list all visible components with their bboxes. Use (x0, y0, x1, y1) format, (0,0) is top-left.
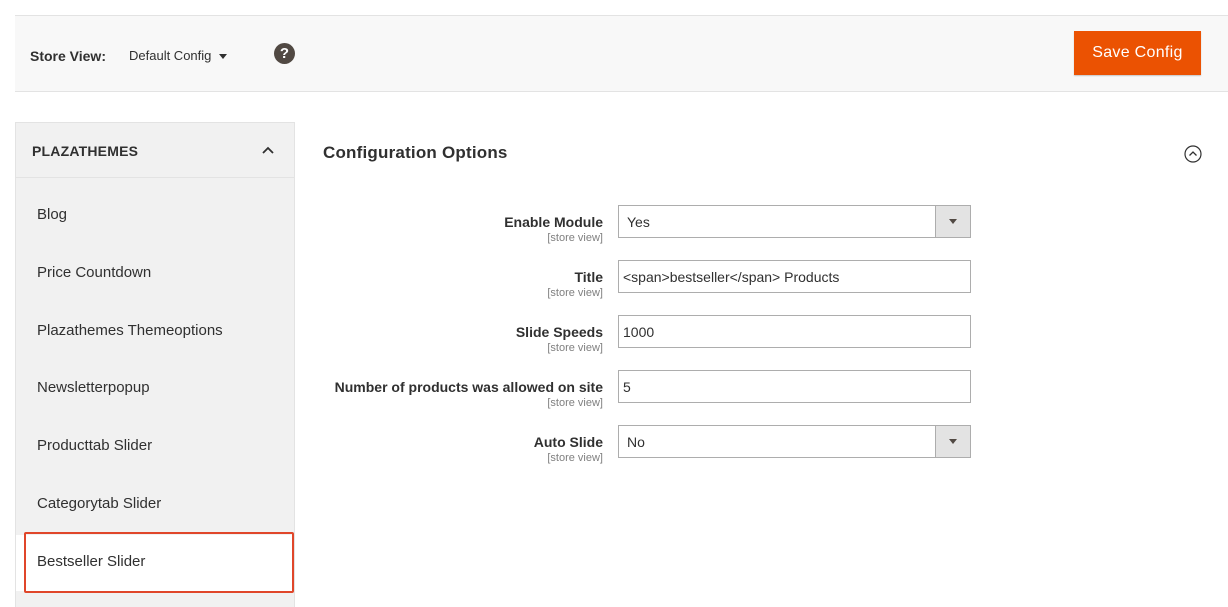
sidebar-item-label: Price Countdown (37, 264, 152, 281)
field-scope: [store view] (547, 342, 603, 354)
auto-slide-select[interactable]: No (618, 425, 971, 458)
sidebar-item-label: Plazathemes Themeoptions (37, 322, 223, 339)
select-value: Yes (627, 214, 650, 230)
field-scope: [store view] (547, 452, 603, 464)
section-title[interactable]: Configuration Options (323, 143, 508, 163)
field-label-enable-module: Enable Module (504, 214, 603, 230)
sidebar-item-label: Newsletterpopup (37, 379, 150, 396)
store-view-dropdown[interactable]: Default Config (129, 48, 228, 63)
sidebar-group-title: PLAZATHEMES (32, 143, 139, 159)
title-input[interactable] (619, 261, 963, 292)
number-of-products-field-wrap (618, 370, 971, 403)
help-icon[interactable]: ? (274, 43, 295, 64)
field-label-title: Title (574, 269, 603, 285)
field-scope: [store view] (547, 287, 603, 299)
dropdown-arrow-icon (935, 206, 970, 237)
sidebar-item-label: Blog (37, 206, 68, 223)
dropdown-arrow-icon (935, 426, 970, 457)
field-label-number-of-products: Number of products was allowed on site (334, 379, 603, 395)
sidebar-item-producttab-slider[interactable]: Producttab Slider (16, 419, 294, 475)
store-switcher-bar: Store View: Default Config ? Save Config (15, 16, 1228, 92)
field-scope: [store view] (547, 397, 603, 409)
sidebar-item-themeoptions[interactable]: Plazathemes Themeoptions (16, 304, 294, 360)
store-view-selected: Default Config (129, 48, 212, 63)
field-scope: [store view] (547, 232, 603, 244)
enable-module-select[interactable]: Yes (618, 205, 971, 238)
title-field-wrap (618, 260, 971, 293)
sidebar-group-header[interactable]: PLAZATHEMES (16, 123, 294, 178)
field-label-slide-speeds: Slide Speeds (515, 324, 603, 340)
sidebar-item-newsletterpopup[interactable]: Newsletterpopup (16, 361, 294, 417)
select-value: No (627, 434, 645, 450)
sidebar-item-label: Producttab Slider (37, 437, 153, 454)
sidebar-item-price-countdown[interactable]: Price Countdown (16, 246, 294, 302)
sidebar-item-categorytab-slider[interactable]: Categorytab Slider (16, 477, 294, 533)
slide-speeds-input[interactable] (619, 316, 963, 347)
store-view-label: Store View: (30, 48, 106, 64)
caret-down-icon (219, 54, 228, 60)
sidebar-item-label: Categorytab Slider (37, 495, 162, 512)
save-config-button[interactable]: Save Config (1074, 31, 1201, 75)
number-of-products-input[interactable] (619, 371, 963, 402)
sidebar-item-blog[interactable]: Blog (16, 188, 294, 244)
field-label-auto-slide: Auto Slide (533, 434, 603, 450)
active-item-highlight (24, 532, 294, 593)
collapse-circle-icon[interactable] (1184, 145, 1202, 163)
chevron-up-icon (262, 146, 274, 154)
slide-speeds-field-wrap (618, 315, 971, 348)
